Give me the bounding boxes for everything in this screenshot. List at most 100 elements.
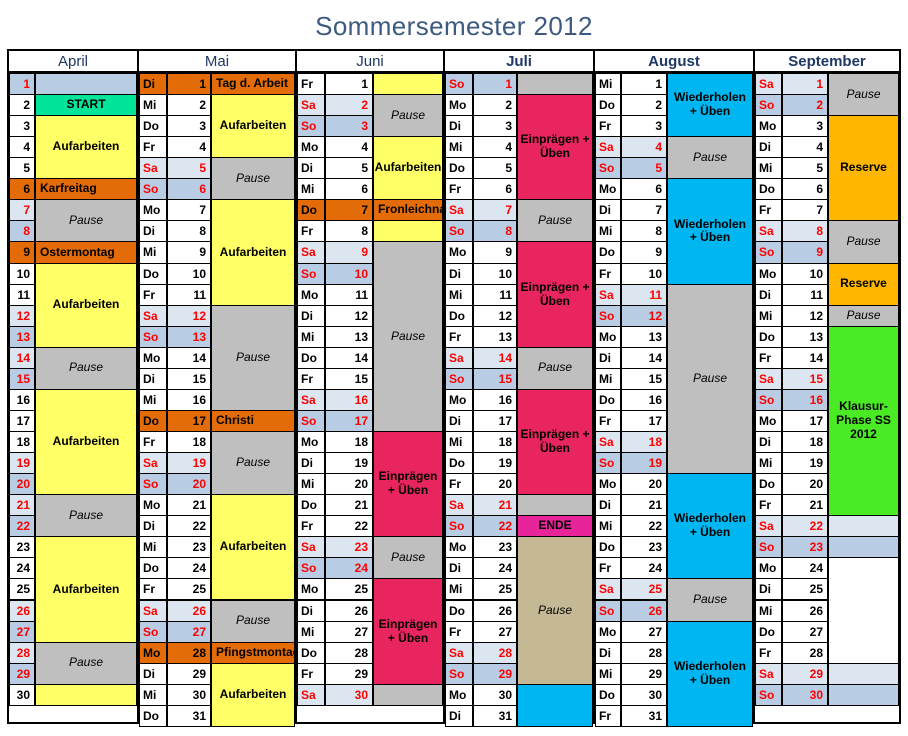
day-number: 24 (621, 557, 667, 580)
weekday-label: Mi (139, 683, 167, 706)
day-number: 7 (473, 199, 517, 222)
day-number: 9 (621, 241, 667, 264)
month-header-april: April (9, 51, 137, 73)
day-number: 18 (473, 431, 517, 454)
day-number: 29 (473, 662, 517, 685)
day-number: 18 (325, 431, 373, 454)
day-number: 11 (9, 283, 35, 306)
weekday-label: Fr (139, 283, 167, 306)
weekday-label: Sa (755, 662, 782, 685)
day-number: 11 (473, 283, 517, 306)
weekday-label: Sa (139, 599, 167, 622)
weekday-label: Mi (297, 325, 325, 348)
day-number: 26 (782, 599, 828, 622)
phase-block-wiederholen-ben: Wiederholen + Üben (667, 620, 753, 727)
phase-block-pause: Pause (828, 220, 899, 264)
day-number: 25 (621, 578, 667, 601)
weekday-label: Mo (755, 409, 782, 432)
day-number: 4 (621, 136, 667, 159)
weekday-label: Sa (297, 388, 325, 411)
day-number: 12 (473, 304, 517, 327)
month-column-september: September Sa 1 So 2 Mo 3 Di 4 Mi 5 Do 6 Fr 7 Sa 8 So 9 Mo 10… (755, 51, 899, 722)
day-number: 28 (473, 641, 517, 664)
weekday-label: Mo (139, 346, 167, 369)
weekday-label: Fr (755, 494, 782, 517)
weekday-label: Fr (595, 262, 621, 285)
phase-block-tag-d-arbeit: Tag d. Arbeit (211, 73, 295, 96)
weekday-label: Do (755, 620, 782, 643)
weekday-label: Do (755, 473, 782, 496)
weekday-label: Fr (595, 409, 621, 432)
phase-block-pause: Pause (828, 73, 899, 117)
day-number: 29 (621, 662, 667, 685)
day-number: 26 (473, 599, 517, 622)
weekday-label: Do (297, 346, 325, 369)
weekday-label: Mi (755, 452, 782, 475)
day-number: 30 (621, 683, 667, 706)
weekday-label: Di (595, 641, 621, 664)
phase-block-pause: Pause (35, 199, 137, 243)
weekday-label: So (595, 304, 621, 327)
weekday-label: Do (445, 304, 473, 327)
phase-block-pause: Pause (517, 346, 593, 390)
weekday-label: Fr (595, 115, 621, 138)
weekday-label: Mo (755, 115, 782, 138)
day-number: 28 (325, 641, 373, 664)
month-column-april: April 1 2 3 4 5 6 7 8 9 10 11 12 13 14 15 16 17 18 19 20 21 22… (9, 51, 139, 722)
weekday-label: Fr (445, 178, 473, 201)
phase-block-aufarbeiten: Aufarbeiten (35, 388, 137, 496)
weekday-label: So (297, 409, 325, 432)
day-number: 11 (167, 283, 211, 306)
weekday-label: Mi (139, 94, 167, 117)
phase-block-empty (373, 220, 443, 243)
month-header-september: September (755, 51, 899, 73)
phase-block-pause: Pause (211, 304, 295, 411)
weekday-label: So (139, 620, 167, 643)
month-grid: Mi 1 Do 2 Fr 3 Sa 4 So 5 Mo 6 Di 7 Mi 8 Do 9 Fr 10 Sa 11 So 12 M… (595, 73, 753, 727)
weekday-label: Fr (297, 73, 325, 96)
day-number: 7 (9, 199, 35, 222)
weekday-label: Fr (139, 136, 167, 159)
day-number: 2 (325, 94, 373, 117)
page-title: Sommersemester 2012 (315, 11, 593, 41)
weekday-label: Sa (755, 220, 782, 243)
weekday-label: Mi (755, 157, 782, 180)
weekday-label: Sa (445, 494, 473, 517)
day-number: 23 (782, 536, 828, 559)
weekday-label: Sa (297, 536, 325, 559)
day-number: 10 (325, 262, 373, 285)
weekday-label: Sa (139, 157, 167, 180)
day-number: 16 (621, 388, 667, 411)
day-number: 20 (473, 473, 517, 496)
phase-block-empty (828, 557, 899, 664)
day-number: 25 (9, 578, 35, 601)
phase-block-start: START (35, 94, 137, 117)
day-number: 6 (621, 178, 667, 201)
weekday-label: Sa (595, 578, 621, 601)
weekday-label: So (445, 220, 473, 243)
day-number: 14 (473, 346, 517, 369)
day-number: 17 (325, 409, 373, 432)
day-number: 1 (9, 73, 35, 96)
day-number: 31 (621, 704, 667, 727)
phase-block-einpr-gen-ben: Einprägen + Üben (517, 94, 593, 201)
weekday-label: Do (139, 115, 167, 138)
weekday-label: Do (139, 409, 167, 432)
month-grid: Di 1 Mi 2 Do 3 Fr 4 Sa 5 So 6 Mo 7 Di 8 Mi 9 Do 10 Fr 11 Sa 12 S… (139, 73, 295, 727)
weekday-label: Sa (297, 683, 325, 706)
phase-block-aufarbeiten: Aufarbeiten (373, 136, 443, 201)
day-number: 20 (621, 473, 667, 496)
weekday-label: Di (445, 262, 473, 285)
day-number: 10 (9, 262, 35, 285)
weekday-label: Mo (445, 536, 473, 559)
day-number: 7 (325, 199, 373, 222)
day-number: 23 (621, 536, 667, 559)
day-number: 7 (782, 199, 828, 222)
phase-block-empty (828, 515, 899, 538)
day-number: 19 (782, 452, 828, 475)
phase-block-einpr-gen-ben: Einprägen + Üben (373, 578, 443, 685)
weekday-label: Sa (755, 367, 782, 390)
weekday-label: Mo (595, 473, 621, 496)
day-number: 4 (782, 136, 828, 159)
day-number: 20 (9, 473, 35, 496)
